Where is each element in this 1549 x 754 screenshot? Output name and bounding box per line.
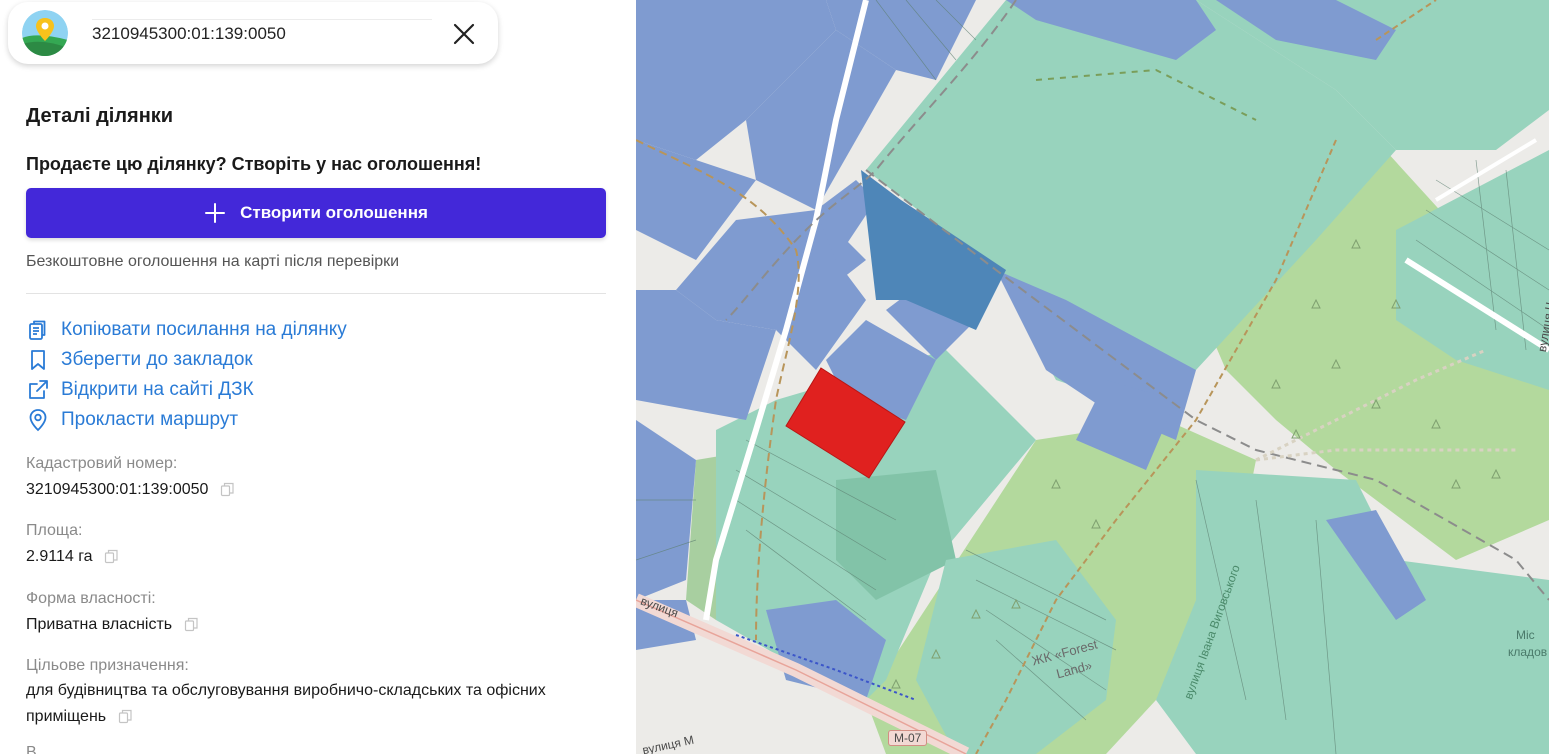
panel-title: Деталі ділянки <box>26 105 174 127</box>
purpose-value-line1: для будівництва та обслуговування виробн… <box>26 682 546 699</box>
open-dzk-action[interactable]: Відкрити на сайті ДЗК <box>26 378 254 402</box>
purpose-label: Цільове призначення: <box>26 657 189 674</box>
map-place-label: Міс <box>1516 628 1535 642</box>
map-pin-logo-icon[interactable] <box>22 10 68 56</box>
purpose-row: приміщень <box>26 708 133 726</box>
cut-off-label: В <box>26 744 37 754</box>
copy-icon[interactable] <box>184 617 199 632</box>
copy-icon[interactable] <box>118 709 133 724</box>
bookmark-action[interactable]: Зберегти до закладок <box>26 348 253 372</box>
area-row: 2.9114 га <box>26 548 119 566</box>
divider <box>26 293 606 294</box>
cadastral-map[interactable]: вулиця вулиця М М-07 ЖК «Forest Land» ву… <box>636 0 1549 754</box>
clipboard-copy-icon <box>26 318 50 342</box>
bookmark-label: Зберегти до закладок <box>61 349 253 370</box>
cadastral-number-value: 3210945300:01:139:0050 <box>26 481 209 498</box>
sell-prompt: Продаєте цю ділянку? Створіть у нас огол… <box>26 154 482 174</box>
area-label: Площа: <box>26 522 83 539</box>
route-label: Прокласти маршрут <box>61 409 239 430</box>
search-bar[interactable]: 3210945300:01:139:0050 <box>8 2 498 64</box>
copy-icon[interactable] <box>104 549 119 564</box>
parcel-details-panel: 3210945300:01:139:0050 Деталі ділянки Пр… <box>0 0 636 754</box>
copy-icon[interactable] <box>220 482 235 497</box>
cadastral-number-label: Кадастровий номер: <box>26 455 178 472</box>
map-place-label: кладов <box>1508 645 1548 659</box>
close-icon[interactable] <box>450 20 478 48</box>
copy-link-action[interactable]: Копіювати посилання на ділянку <box>26 318 347 342</box>
create-listing-label: Створити оголошення <box>240 203 428 222</box>
open-dzk-label: Відкрити на сайті ДЗК <box>61 379 254 400</box>
highway-shield: М-07 <box>888 730 928 746</box>
plus-icon <box>204 202 226 224</box>
free-listing-note: Безкоштовне оголошення на карті після пе… <box>26 253 400 270</box>
search-input[interactable]: 3210945300:01:139:0050 <box>92 24 286 44</box>
create-listing-button[interactable]: Створити оголошення <box>26 188 606 238</box>
route-action[interactable]: Прокласти маршрут <box>26 408 238 432</box>
search-underline <box>92 19 432 20</box>
copy-link-label: Копіювати посилання на ділянку <box>61 319 347 340</box>
purpose-value-line2: приміщень <box>26 708 107 725</box>
ownership-value: Приватна власність <box>26 616 173 633</box>
location-pin-icon <box>26 408 50 432</box>
ownership-row: Приватна власність <box>26 616 199 634</box>
ownership-label: Форма власності: <box>26 590 156 607</box>
external-link-icon <box>26 378 50 402</box>
cadastral-number-row: 3210945300:01:139:0050 <box>26 481 235 499</box>
bookmark-icon <box>26 348 50 372</box>
area-value: 2.9114 га <box>26 548 93 565</box>
